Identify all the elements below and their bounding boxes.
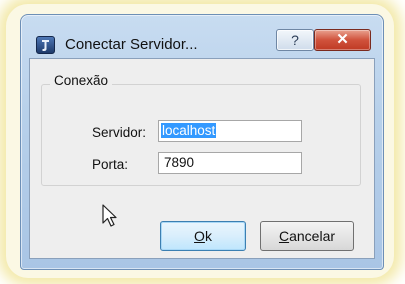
ok-mnemonic: O	[194, 228, 205, 244]
cancel-button[interactable]: Cancelar	[260, 221, 354, 251]
port-input-value: 7890	[164, 155, 195, 170]
port-label: Porta:	[92, 157, 129, 172]
server-input[interactable]: localhost	[158, 120, 302, 142]
server-label: Servidor:	[92, 125, 147, 140]
mouse-pointer-icon	[102, 204, 117, 227]
close-icon: ✕	[336, 31, 349, 48]
groupbox-label: Conexão	[50, 73, 113, 88]
help-icon: ?	[291, 32, 299, 48]
title-bar[interactable]: Conectar Servidor... ? ✕	[21, 15, 383, 54]
dialog-content: Conexão Servidor: localhost Porta: 7890 …	[29, 58, 375, 259]
cancel-mnemonic: C	[278, 228, 290, 244]
ok-label: k	[204, 228, 212, 244]
ok-button[interactable]: Ok	[160, 221, 246, 251]
cancel-label: ancelar	[289, 228, 336, 244]
dialog-window: Conectar Servidor... ? ✕ Conexão Servido…	[20, 14, 384, 270]
window-title: Conectar Servidor...	[65, 36, 198, 53]
close-button[interactable]: ✕	[314, 29, 371, 51]
port-input[interactable]: 7890	[158, 152, 302, 174]
server-input-value: localhost	[161, 123, 217, 138]
help-button[interactable]: ?	[276, 29, 314, 51]
app-logo-icon	[36, 36, 55, 54]
